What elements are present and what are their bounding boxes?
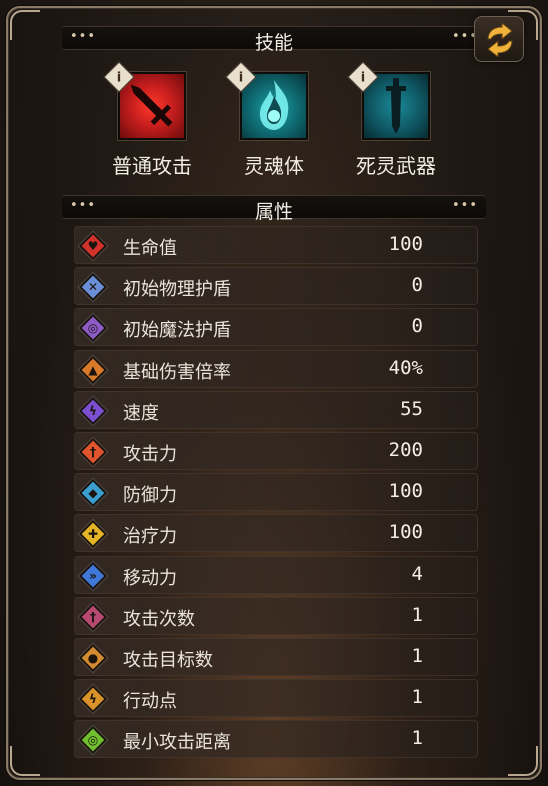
stat-value: 4: [411, 562, 423, 585]
stat-row[interactable]: ▲ 基础伤害倍率 40%: [74, 349, 478, 388]
swap-button[interactable]: [474, 16, 524, 62]
skill-label: 普通攻击: [112, 154, 192, 178]
stat-value: 1: [411, 727, 423, 750]
skill-basic-attack[interactable]: i 普通攻击: [92, 61, 212, 180]
attributes-header: ••• 属性 •••: [62, 195, 486, 223]
stat-value: 55: [400, 397, 423, 420]
stat-row[interactable]: † 攻击力 200: [74, 431, 478, 470]
stat-row[interactable]: ϟ 速度 55: [74, 390, 478, 429]
stat-name: 攻击次数: [123, 608, 195, 630]
skill-label: 灵魂体: [244, 154, 304, 178]
stat-row[interactable]: ◎ 初始魔法护盾 0: [74, 308, 478, 347]
stat-value: 1: [411, 603, 423, 626]
skills-header: ••• 技能 •••: [62, 26, 486, 54]
defense-icon: ◆: [78, 478, 108, 508]
header-ornament-right: •••: [451, 198, 478, 213]
stat-value: 0: [411, 315, 423, 338]
stat-row[interactable]: ● 攻击目标数 1: [74, 637, 478, 676]
physical-shield-icon: ✕: [78, 272, 108, 302]
stat-value: 40%: [388, 356, 423, 379]
skill-label: 死灵武器: [356, 154, 436, 178]
stat-name: 生命值: [123, 238, 177, 259]
unit-info-panel: ••• 技能 ••• i 普通攻击 i 灵魂体 i 死灵武器 ••• 属性 ••…: [0, 0, 548, 786]
attack-icon: †: [78, 437, 108, 467]
stat-name: 基础伤害倍率: [123, 361, 231, 383]
stat-row[interactable]: ♥ 生命值 100: [74, 226, 478, 264]
stat-row[interactable]: ◆ 防御力 100: [74, 473, 478, 512]
swap-arrows-icon: [487, 23, 513, 57]
stat-value: 100: [388, 521, 423, 544]
stat-row[interactable]: ◎ 最小攻击距离 1: [74, 720, 478, 759]
stat-name: 初始物理护盾: [123, 279, 231, 301]
attack-targets-icon: ●: [78, 643, 108, 673]
stat-row[interactable]: ϟ 行动点 1: [74, 679, 478, 718]
stat-name: 最小攻击距离: [123, 732, 231, 754]
stat-name: 速度: [123, 402, 159, 424]
min-range-icon: ◎: [78, 725, 108, 755]
move-icon: »: [78, 561, 108, 591]
skills-title: 技能: [254, 32, 293, 54]
stat-value: 200: [388, 438, 423, 461]
stat-name: 治疗力: [123, 526, 177, 548]
frame-corner-ornament: [10, 10, 40, 40]
stat-name: 移动力: [123, 567, 177, 589]
stat-value: 1: [411, 686, 423, 709]
stat-row[interactable]: » 移动力 4: [74, 555, 478, 594]
stat-name: 初始魔法护盾: [123, 320, 231, 342]
stat-name: 行动点: [123, 691, 177, 713]
stats-list: ♥ 生命值 100 ✕ 初始物理护盾 0 ◎ 初始魔法护盾 0 ▲ 基础伤害倍率 40% ϟ 速度 55 † 攻…: [74, 226, 478, 761]
stat-row[interactable]: † 攻击次数 1: [74, 596, 478, 635]
damage-multiplier-icon: ▲: [78, 355, 108, 385]
frame-corner-ornament: [508, 746, 538, 776]
action-point-icon: ϟ: [78, 684, 108, 714]
stat-value: 0: [411, 274, 423, 297]
stat-name: 攻击目标数: [123, 649, 213, 671]
stat-name: 防御力: [123, 485, 177, 507]
stat-name: 攻击力: [123, 443, 177, 465]
magic-shield-icon: ◎: [78, 313, 108, 343]
stat-value: 100: [388, 480, 423, 503]
attack-count-icon: †: [78, 602, 108, 632]
stat-row[interactable]: ✕ 初始物理护盾 0: [74, 267, 478, 306]
frame-corner-ornament: [10, 746, 40, 776]
stat-row[interactable]: ✚ 治疗力 100: [74, 514, 478, 553]
stat-value: 1: [411, 644, 423, 667]
heal-icon: ✚: [78, 519, 108, 549]
heart-icon: ♥: [78, 231, 108, 261]
stat-value: 100: [388, 233, 423, 255]
speed-icon: ϟ: [78, 396, 108, 426]
attributes-title: 属性: [254, 201, 293, 223]
skill-necro-weapon[interactable]: i 死灵武器: [336, 61, 456, 180]
skill-soul-body[interactable]: i 灵魂体: [214, 61, 334, 180]
